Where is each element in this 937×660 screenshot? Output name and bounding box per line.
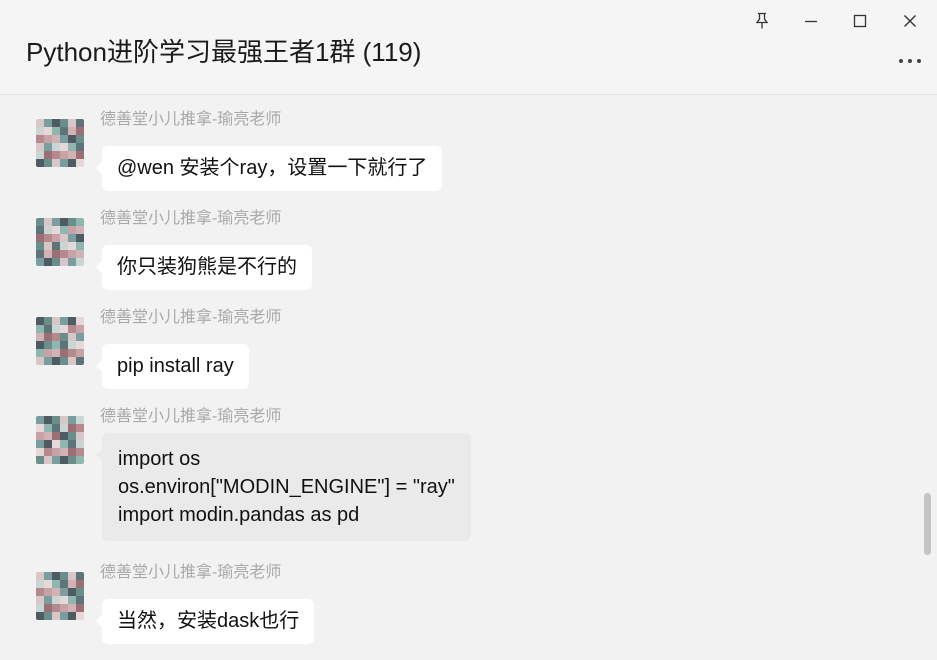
avatar[interactable] — [36, 572, 84, 620]
close-button[interactable] — [895, 8, 925, 34]
message-list[interactable]: 德善堂小儿推拿-瑜亮老师 @wen 安装个ray，设置一下就行了 德善堂小儿推拿… — [0, 95, 937, 660]
more-options-button[interactable] — [897, 50, 923, 70]
sender-name: 德善堂小儿推拿-瑜亮老师 — [100, 564, 282, 581]
scrollbar[interactable] — [921, 95, 933, 660]
sender-name: 德善堂小儿推拿-瑜亮老师 — [100, 309, 282, 326]
pin-button[interactable] — [747, 8, 777, 34]
message-bubble[interactable]: pip install ray — [96, 344, 249, 389]
avatar[interactable] — [36, 119, 84, 167]
pin-icon — [754, 12, 770, 30]
avatar[interactable] — [36, 317, 84, 365]
sender-name: 德善堂小儿推拿-瑜亮老师 — [100, 210, 282, 227]
scrollbar-thumb[interactable] — [924, 493, 931, 555]
sender-name: 德善堂小儿推拿-瑜亮老师 — [100, 111, 282, 128]
maximize-icon — [852, 13, 868, 29]
message-bubble[interactable]: 你只装狗熊是不行的 — [96, 245, 312, 290]
minimize-icon — [803, 13, 819, 29]
chat-window: Python进阶学习最强王者1群 (119) 德善堂小儿推拿-瑜亮老师 @wen… — [0, 0, 937, 660]
chat-title: Python进阶学习最强王者1群 (119) — [26, 37, 422, 67]
close-icon — [902, 13, 918, 29]
message-bubble[interactable]: @wen 安装个ray，设置一下就行了 — [95, 146, 443, 191]
avatar[interactable] — [36, 416, 84, 464]
chat-header: Python进阶学习最强王者1群 (119) — [0, 0, 937, 95]
maximize-button[interactable] — [845, 8, 875, 34]
code-message-bubble[interactable]: import os os.environ["MODIN_ENGINE"] = "… — [96, 433, 471, 541]
sender-name: 德善堂小儿推拿-瑜亮老师 — [100, 408, 282, 425]
message-bubble[interactable]: 当然，安装dask也行 — [95, 599, 315, 644]
avatar[interactable] — [36, 218, 84, 266]
minimize-button[interactable] — [796, 8, 826, 34]
more-horizontal-icon — [898, 51, 922, 69]
